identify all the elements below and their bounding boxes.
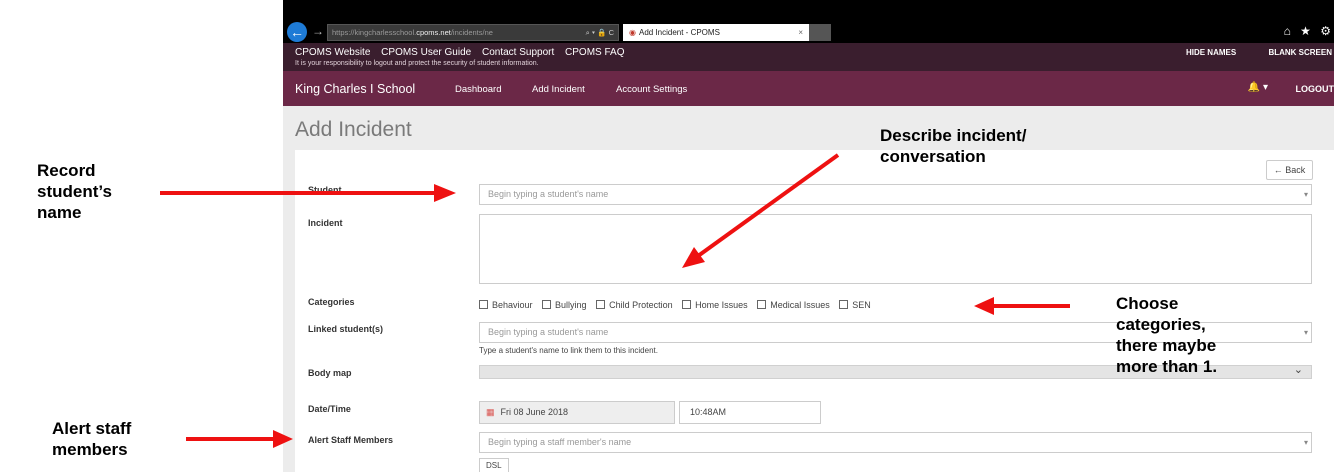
categories-group: Behaviour Bullying Child Protection Home… (479, 300, 878, 310)
checkbox-icon[interactable] (479, 300, 488, 309)
annotation-record-student: Record student’s name (37, 160, 112, 223)
annotation-choose-categories: Choose categories, there maybe more than… (1116, 293, 1217, 377)
school-name[interactable]: King Charles I School (295, 82, 415, 96)
category-label: Child Protection (609, 300, 673, 310)
datetime-label: Date/Time (308, 404, 351, 414)
annotation-describe-incident: Describe incident/ conversation (880, 125, 1026, 167)
alert-placeholder: Begin typing a staff member's name (488, 437, 632, 447)
body-map-label: Body map (308, 368, 352, 378)
checkbox-icon[interactable] (839, 300, 849, 309)
linked-dropdown-icon[interactable]: ▾ (1304, 323, 1308, 342)
linked-help-text: Type a student's name to link them to th… (479, 346, 658, 355)
category-label: Medical Issues (770, 300, 830, 310)
alert-staff-input[interactable]: Begin typing a staff member's name ▾ (479, 432, 1312, 453)
tab-close-icon[interactable]: × (798, 24, 803, 41)
incident-textarea[interactable] (479, 214, 1312, 284)
nav-account-settings[interactable]: Account Settings (616, 84, 687, 95)
student-dropdown-icon[interactable]: ▾ (1304, 185, 1308, 204)
link-user-guide[interactable]: CPOMS User Guide (381, 47, 471, 58)
top-links: CPOMS Website CPOMS User Guide Contact S… (295, 47, 632, 58)
category-bullying[interactable]: Bullying (542, 300, 587, 310)
nav-dashboard[interactable]: Dashboard (455, 84, 501, 95)
new-tab-button[interactable] (809, 24, 831, 41)
incident-label: Incident (308, 218, 343, 228)
link-faq[interactable]: CPOMS FAQ (565, 47, 624, 58)
annotation-line: members (52, 440, 128, 459)
page-title: Add Incident (295, 118, 412, 141)
category-label: SEN (852, 300, 871, 310)
url-domain: cpoms.net (416, 28, 451, 37)
main-navbar: King Charles I School Dashboard Add Inci… (283, 71, 1334, 106)
calendar-icon: ▦ (486, 407, 495, 417)
linked-placeholder: Begin typing a student's name (488, 327, 609, 337)
annotation-line: Record (37, 161, 96, 180)
chevron-down-icon[interactable]: ⌄ (1294, 363, 1303, 376)
top-right-actions: HIDE NAMES BLANK SCREEN (1156, 48, 1332, 57)
annotation-alert-staff: Alert staff members (52, 418, 131, 460)
browser-forward-icon[interactable]: → (312, 24, 324, 38)
annotation-line: Describe incident/ (880, 126, 1027, 145)
date-value: Fri 08 June 2018 (500, 407, 569, 417)
address-bar[interactable]: https://kingcharlesschool.cpoms.net/inci… (327, 24, 619, 41)
category-label: Behaviour (492, 300, 533, 310)
annotation-line: student’s (37, 182, 112, 201)
link-cpoms-website[interactable]: CPOMS Website (295, 47, 370, 58)
url-prefix: https:// (332, 28, 355, 37)
responsibility-note: It is your responsibility to logout and … (295, 60, 539, 67)
category-home-issues[interactable]: Home Issues (682, 300, 748, 310)
date-field[interactable]: ▦ Fri 08 June 2018 (479, 401, 675, 424)
annotated-screenshot: ← → https://kingcharlesschool.cpoms.net/… (0, 0, 1334, 472)
url-path: /incidents/ne (450, 28, 493, 37)
browser-window: ← → https://kingcharlesschool.cpoms.net/… (283, 0, 1334, 472)
alert-dropdown-icon[interactable]: ▾ (1304, 433, 1308, 452)
category-medical-issues[interactable]: Medical Issues (757, 300, 830, 310)
checkbox-icon[interactable] (682, 300, 692, 309)
logout-button[interactable]: LOGOUT (1296, 84, 1334, 94)
browser-back-icon[interactable]: ← (287, 22, 307, 42)
category-child-protection[interactable]: Child Protection (596, 300, 673, 310)
category-label: Home Issues (695, 300, 748, 310)
linked-students-label: Linked student(s) (308, 324, 384, 334)
annotation-line: there maybe (1116, 336, 1217, 355)
category-behaviour[interactable]: Behaviour (479, 300, 533, 310)
dsl-tag[interactable]: DSL (479, 458, 509, 472)
annotation-line: categories, (1116, 315, 1206, 334)
link-contact-support[interactable]: Contact Support (482, 47, 554, 58)
annotation-line: Alert staff (52, 419, 132, 438)
notifications-bell-icon[interactable]: 🔔 ▾ (1248, 82, 1268, 93)
category-sen[interactable]: SEN (839, 300, 871, 310)
browser-chrome: ← → https://kingcharlesschool.cpoms.net/… (283, 0, 1334, 43)
checkbox-icon[interactable] (542, 300, 552, 309)
student-input[interactable]: Begin typing a student's name ▾ (479, 184, 1312, 205)
hide-names-button[interactable]: HIDE NAMES (1186, 48, 1236, 57)
cpoms-top-bar: CPOMS Website CPOMS User Guide Contact S… (283, 43, 1334, 71)
category-label: Bullying (555, 300, 587, 310)
browser-tab-active[interactable]: ◉ Add Incident - CPOMS × (623, 24, 809, 41)
blank-screen-button[interactable]: BLANK SCREEN (1268, 48, 1332, 57)
time-value: 10:48AM (690, 407, 727, 417)
annotation-line: name (37, 203, 82, 222)
checkbox-icon[interactable] (596, 300, 606, 309)
checkbox-icon[interactable] (757, 300, 767, 309)
nav-add-incident[interactable]: Add Incident (532, 84, 585, 95)
browser-toolbar-icons[interactable]: ⌂ ★ ⚙ (1284, 24, 1334, 38)
annotation-line: conversation (880, 147, 986, 166)
student-label: Student (308, 185, 342, 195)
student-placeholder: Begin typing a student's name (488, 189, 609, 199)
cpoms-favicon-icon: ◉ (629, 28, 636, 37)
time-field[interactable]: 10:48AM (679, 401, 821, 424)
annotation-line: more than 1. (1116, 357, 1218, 376)
tab-title: Add Incident - CPOMS (638, 28, 720, 37)
categories-label: Categories (308, 297, 355, 307)
annotation-line: Choose (1116, 294, 1179, 313)
address-controls-icon[interactable]: ⌕ ▾ 🔒 C (586, 25, 614, 40)
alert-staff-label: Alert Staff Members (308, 435, 394, 445)
back-button[interactable]: ← Back (1266, 160, 1313, 180)
url-host: kingcharlesschool. (354, 28, 417, 37)
